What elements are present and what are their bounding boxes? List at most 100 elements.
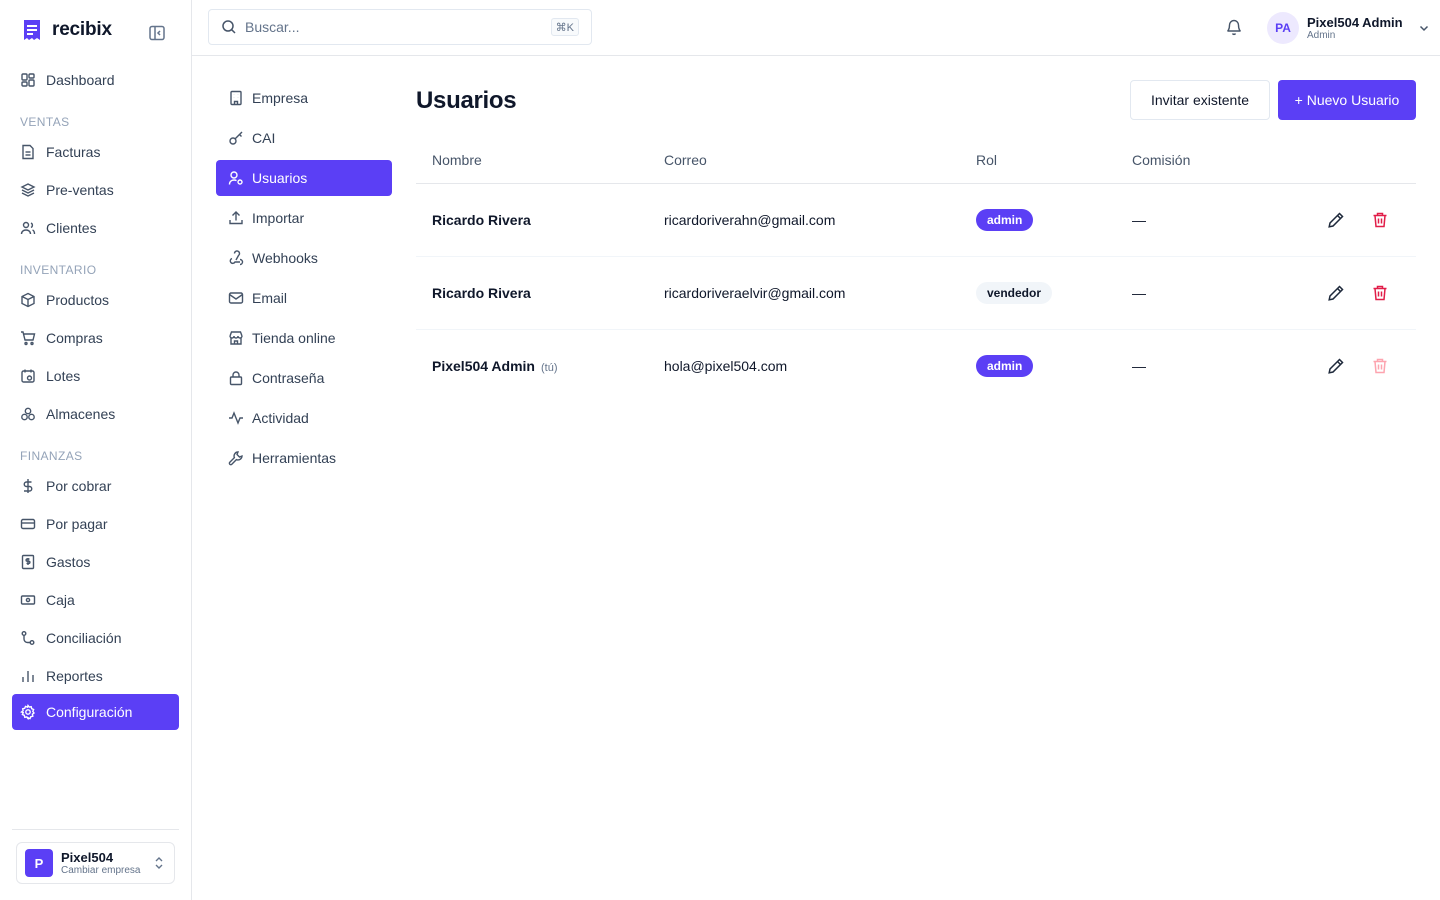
store-icon <box>229 331 243 345</box>
settings-item-empresa[interactable]: Empresa <box>216 80 392 116</box>
sidebar-item-configuracion[interactable]: Configuración <box>12 694 179 730</box>
receipt-logo-icon <box>24 20 40 40</box>
settings-item-herramientas[interactable]: Herramientas <box>216 440 392 476</box>
package-icon <box>21 292 35 308</box>
sidebar-item-label: Clientes <box>46 220 97 236</box>
sidebar-item-label: Dashboard <box>46 72 115 88</box>
sidebar-item-caja[interactable]: Caja <box>12 582 179 618</box>
gear-icon <box>20 704 35 720</box>
table-row: Pixel504 Admin (tú) hola@pixel504.com adm… <box>416 330 1416 403</box>
sidebar-item-lotes[interactable]: Lotes <box>12 358 179 394</box>
settings-item-actividad[interactable]: Actividad <box>216 400 392 436</box>
bar-chart-icon <box>22 671 34 682</box>
settings-item-email[interactable]: Email <box>216 280 392 316</box>
user-name-cell: Pixel504 Admin (tú) <box>432 358 557 374</box>
sidebar-collapse-icon[interactable] <box>148 24 166 42</box>
company-name: Pixel504 <box>61 849 114 865</box>
settings-item-label: Email <box>252 290 288 306</box>
bell-icon[interactable] <box>1225 18 1243 36</box>
new-user-button[interactable]: + Nuevo Usuario <box>1278 80 1416 120</box>
commission-cell: — <box>1132 212 1146 228</box>
edit-pencil-icon[interactable] <box>1327 211 1345 229</box>
delete-trash-icon[interactable] <box>1371 211 1389 229</box>
settings-item-label: Contraseña <box>252 370 325 386</box>
receipt-icon <box>21 554 35 570</box>
mail-icon <box>228 292 244 304</box>
sidebar-item-por-cobrar[interactable]: Por cobrar <box>12 468 179 504</box>
settings-item-contrasena[interactable]: Contraseña <box>216 360 392 396</box>
calendar-icon <box>21 369 35 383</box>
role-badge: vendedor <box>976 282 1053 304</box>
role-badge: admin <box>976 209 1034 231</box>
search-input[interactable] <box>245 19 535 35</box>
activity-icon <box>229 411 243 425</box>
user-menu[interactable]: PA Pixel504 Admin Admin <box>1267 12 1431 44</box>
building-icon <box>230 90 242 106</box>
lock-icon <box>229 371 243 386</box>
user-email-cell: ricardoriveraelvir@gmail.com <box>664 285 846 301</box>
brand-name: recibix <box>52 19 112 40</box>
user-email-cell: ricardoriverahn@gmail.com <box>664 212 836 228</box>
sidebar-item-por-pagar[interactable]: Por pagar <box>12 506 179 542</box>
table-header: Nombre Correo Rol Comisión <box>416 140 1416 184</box>
boxes-icon <box>21 407 35 421</box>
column-header-nombre[interactable]: Nombre <box>432 152 482 168</box>
user-name: Pixel504 Admin <box>1307 14 1403 30</box>
invite-existing-button[interactable]: Invitar existente <box>1130 80 1270 120</box>
user-role: Admin <box>1307 29 1336 41</box>
webhook-icon <box>229 250 244 266</box>
sidebar-item-label: Lotes <box>46 368 81 384</box>
sidebar-item-productos[interactable]: Productos <box>12 282 179 318</box>
sidebar-item-facturas[interactable]: Facturas <box>12 134 179 170</box>
commission-cell: — <box>1132 285 1146 301</box>
banknote-icon <box>20 595 36 605</box>
sidebar-item-label: Productos <box>46 292 110 308</box>
delete-trash-icon[interactable] <box>1371 284 1389 302</box>
git-branch-icon <box>21 631 35 645</box>
section-ventas: VENTAS <box>20 115 70 129</box>
column-header-comision[interactable]: Comisión <box>1132 152 1190 168</box>
topbar: ⌘K PA Pixel504 Admin Admin <box>192 0 1440 56</box>
edit-pencil-icon[interactable] <box>1327 284 1345 302</box>
settings-item-label: Webhooks <box>252 250 318 266</box>
role-badge: admin <box>976 355 1034 377</box>
wrench-icon <box>228 451 243 466</box>
sidebar-item-label: Reportes <box>46 668 103 684</box>
users-icon <box>20 221 36 235</box>
company-switch-label: Cambiar empresa <box>61 864 141 876</box>
avatar: PA <box>1267 12 1299 44</box>
search-bar[interactable]: ⌘K <box>208 9 592 45</box>
dashboard-icon <box>21 73 35 87</box>
brand-logo[interactable]: recibix <box>22 18 112 42</box>
settings-item-importar[interactable]: Importar <box>216 200 392 236</box>
sidebar-item-compras[interactable]: Compras <box>12 320 179 356</box>
sidebar: recibix Dashboard VENTAS Facturas Pre-ve… <box>0 0 192 900</box>
sidebar-item-conciliacion[interactable]: Conciliación <box>12 620 179 656</box>
company-switcher[interactable]: P Pixel504 Cambiar empresa <box>16 842 175 884</box>
settings-item-label: Empresa <box>252 90 309 106</box>
sidebar-item-dashboard[interactable]: Dashboard <box>12 62 179 98</box>
sidebar-item-clientes[interactable]: Clientes <box>12 210 179 246</box>
settings-item-label: Importar <box>252 210 305 226</box>
settings-item-cai[interactable]: CAI <box>216 120 392 156</box>
sidebar-item-almacenes[interactable]: Almacenes <box>12 396 179 432</box>
chevron-down-icon <box>1419 25 1428 32</box>
credit-card-icon <box>20 518 36 530</box>
table-row: Ricardo Rivera ricardoriveraelvir@gmail.… <box>416 257 1416 330</box>
sidebar-item-label: Pre-ventas <box>46 182 114 198</box>
settings-item-label: Actividad <box>252 410 309 426</box>
column-header-correo[interactable]: Correo <box>664 152 707 168</box>
column-header-rol[interactable]: Rol <box>976 152 997 168</box>
settings-item-tienda-online[interactable]: Tienda online <box>216 320 392 356</box>
edit-pencil-icon[interactable] <box>1327 357 1345 375</box>
sidebar-item-reportes[interactable]: Reportes <box>12 658 179 694</box>
settings-item-usuarios[interactable]: Usuarios <box>216 160 392 196</box>
sidebar-item-pre-ventas[interactable]: Pre-ventas <box>12 172 179 208</box>
sidebar-item-gastos[interactable]: Gastos <box>12 544 179 580</box>
layers-icon <box>20 183 36 197</box>
key-icon <box>229 131 243 145</box>
sidebar-divider <box>12 829 179 830</box>
settings-item-label: CAI <box>252 130 276 146</box>
sidebar-item-label: Configuración <box>46 704 133 720</box>
settings-item-webhooks[interactable]: Webhooks <box>216 240 392 276</box>
